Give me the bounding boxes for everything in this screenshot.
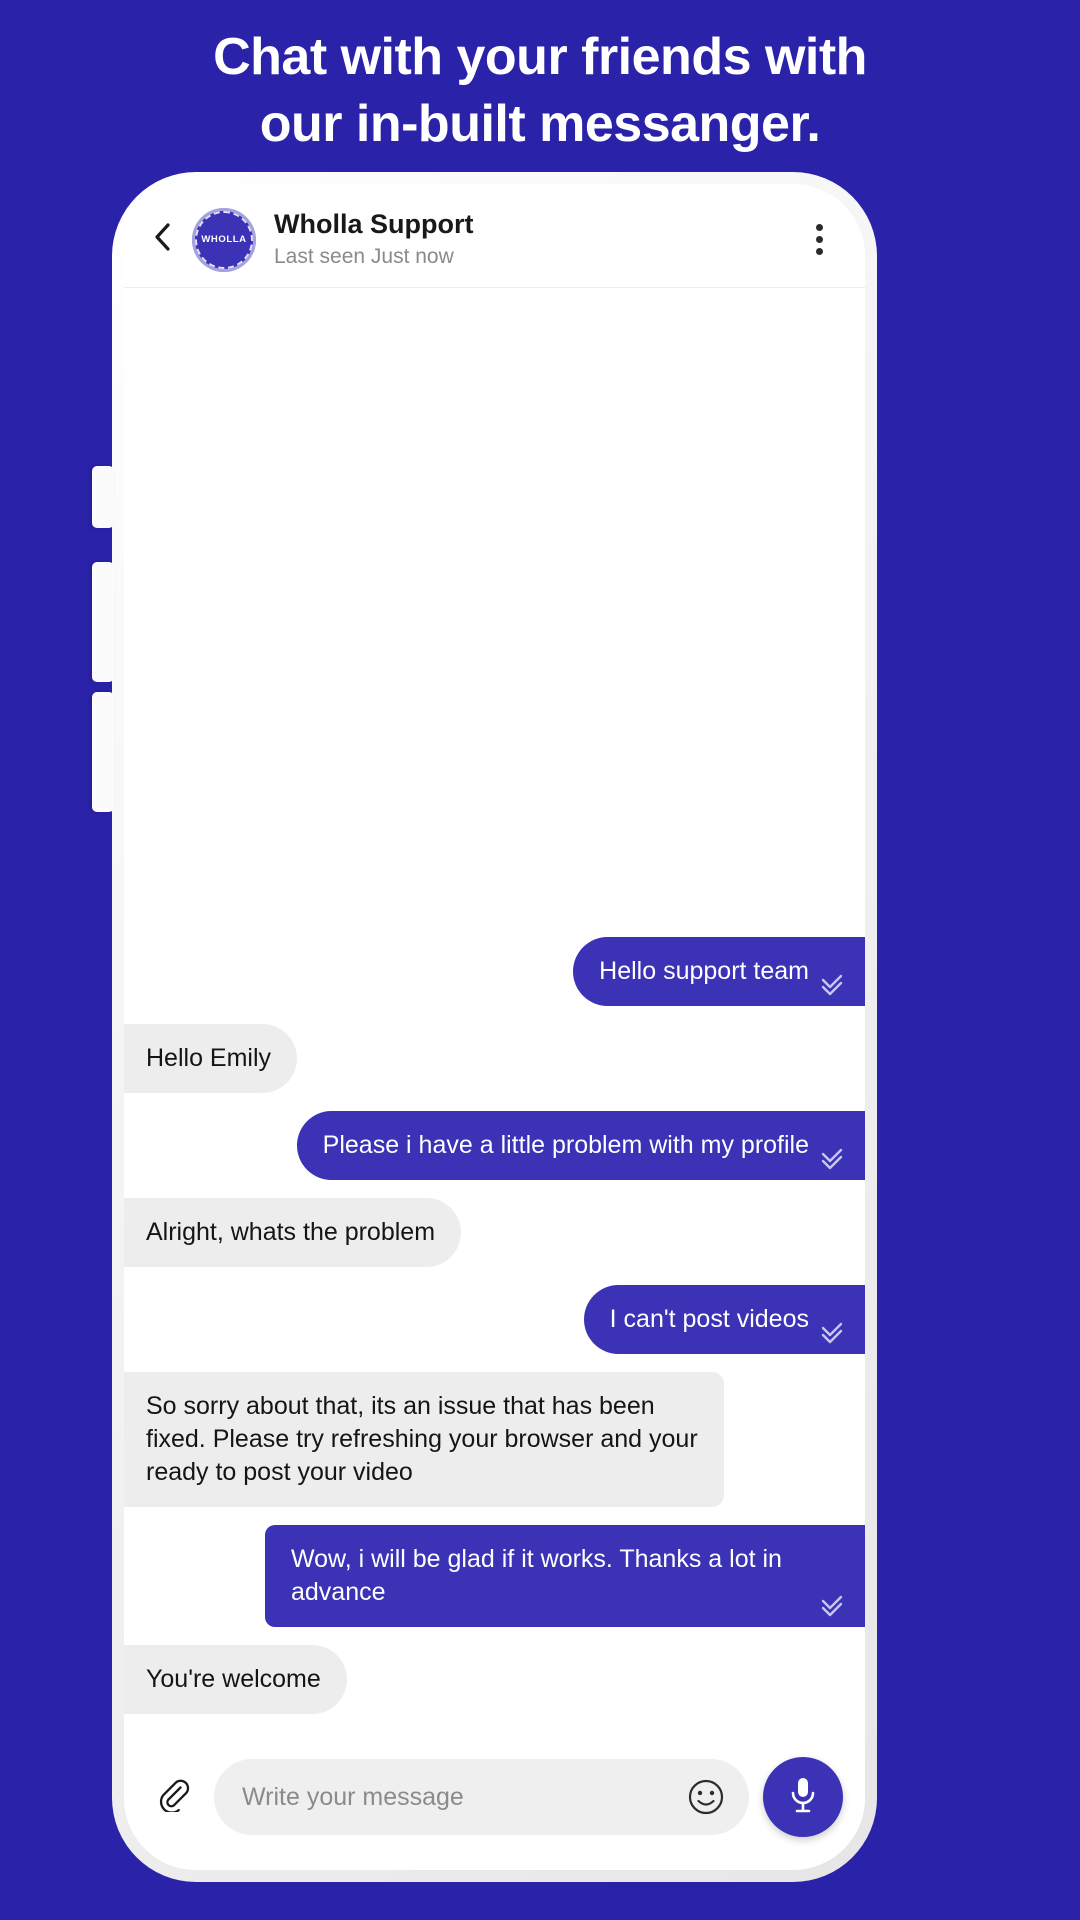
message-text: Wow, i will be glad if it works. Thanks … bbox=[291, 1545, 782, 1606]
message-row: You're welcome bbox=[124, 1645, 865, 1732]
message-row: Hello Emily bbox=[124, 1024, 865, 1111]
chevron-left-icon bbox=[152, 222, 174, 257]
double-check-icon bbox=[819, 1595, 849, 1617]
message-row: Hello support team bbox=[124, 937, 865, 1024]
phone-button-volume-up[interactable] bbox=[92, 562, 114, 682]
message-row: Alright, whats the problem bbox=[124, 1198, 865, 1285]
double-check-icon bbox=[819, 1148, 849, 1170]
message-row: I can't post videos bbox=[124, 1285, 865, 1372]
message-text: Please i have a little problem with my p… bbox=[322, 1131, 809, 1159]
message-text: I can't post videos bbox=[609, 1305, 809, 1333]
incoming-message-bubble[interactable]: You're welcome bbox=[124, 1645, 347, 1714]
chat-subtitle: Last seen Just now bbox=[274, 245, 454, 269]
voice-record-button[interactable] bbox=[763, 1757, 843, 1837]
double-check-icon bbox=[819, 1322, 849, 1344]
message-row: So sorry about that, its an issue that h… bbox=[124, 1372, 865, 1525]
avatar-label: WHOLLA bbox=[201, 234, 247, 245]
headline-line-1: Chat with your friends with bbox=[213, 28, 867, 86]
smiley-face-icon[interactable] bbox=[681, 1772, 731, 1822]
outgoing-message-bubble[interactable]: I can't post videos bbox=[583, 1285, 865, 1354]
message-row: Please i have a little problem with my p… bbox=[124, 1111, 865, 1198]
incoming-message-bubble[interactable]: So sorry about that, its an issue that h… bbox=[124, 1372, 724, 1507]
outgoing-message-bubble[interactable]: Wow, i will be glad if it works. Thanks … bbox=[265, 1525, 865, 1627]
phone-screen: WHOLLA Wholla Support Last seen Just now… bbox=[124, 184, 865, 1870]
avatar[interactable]: WHOLLA bbox=[192, 207, 256, 272]
incoming-message-bubble[interactable]: Alright, whats the problem bbox=[124, 1198, 462, 1267]
headline-line-2: our in-built messanger. bbox=[259, 94, 821, 153]
chat-header-text: Wholla Support Last seen Just now bbox=[274, 208, 799, 272]
outgoing-message-bubble[interactable]: Please i have a little problem with my p… bbox=[296, 1111, 865, 1180]
kebab-dot bbox=[815, 224, 823, 231]
message-input[interactable]: Write your message bbox=[214, 1759, 749, 1835]
incoming-message-bubble[interactable]: Hello Emily bbox=[124, 1024, 298, 1093]
message-text: So sorry about that, its an issue that h… bbox=[146, 1392, 698, 1486]
outgoing-message-bubble[interactable]: Hello support team bbox=[573, 937, 865, 1006]
back-button[interactable] bbox=[142, 219, 184, 261]
phone-button-volume-down[interactable] bbox=[92, 692, 114, 812]
message-composer: Write your message bbox=[124, 1746, 865, 1870]
message-text: Alright, whats the problem bbox=[146, 1218, 436, 1246]
message-text: Hello support team bbox=[599, 957, 809, 985]
attach-button[interactable] bbox=[146, 1770, 200, 1824]
phone-button-mute[interactable] bbox=[92, 466, 114, 528]
promo-headline: Chat with your friends with our in-built… bbox=[0, 24, 1080, 157]
message-text: Hello Emily bbox=[146, 1044, 272, 1072]
paperclip-icon bbox=[156, 1778, 190, 1817]
message-text: You're welcome bbox=[146, 1665, 321, 1693]
kebab-menu-icon[interactable] bbox=[799, 218, 839, 262]
message-list[interactable]: Hello support team Hello Emily Please i ha… bbox=[124, 288, 865, 1746]
chat-title: Wholla Support bbox=[274, 208, 474, 239]
message-input-placeholder: Write your message bbox=[242, 1782, 464, 1811]
kebab-dot bbox=[815, 236, 823, 243]
promo-screenshot: Chat with your friends with our in-built… bbox=[0, 0, 1080, 1920]
microphone-icon bbox=[786, 1774, 820, 1821]
double-check-icon bbox=[819, 974, 849, 996]
chat-header: WHOLLA Wholla Support Last seen Just now bbox=[124, 192, 865, 288]
message-row: Wow, i will be glad if it works. Thanks … bbox=[124, 1525, 865, 1645]
kebab-dot bbox=[815, 248, 823, 255]
